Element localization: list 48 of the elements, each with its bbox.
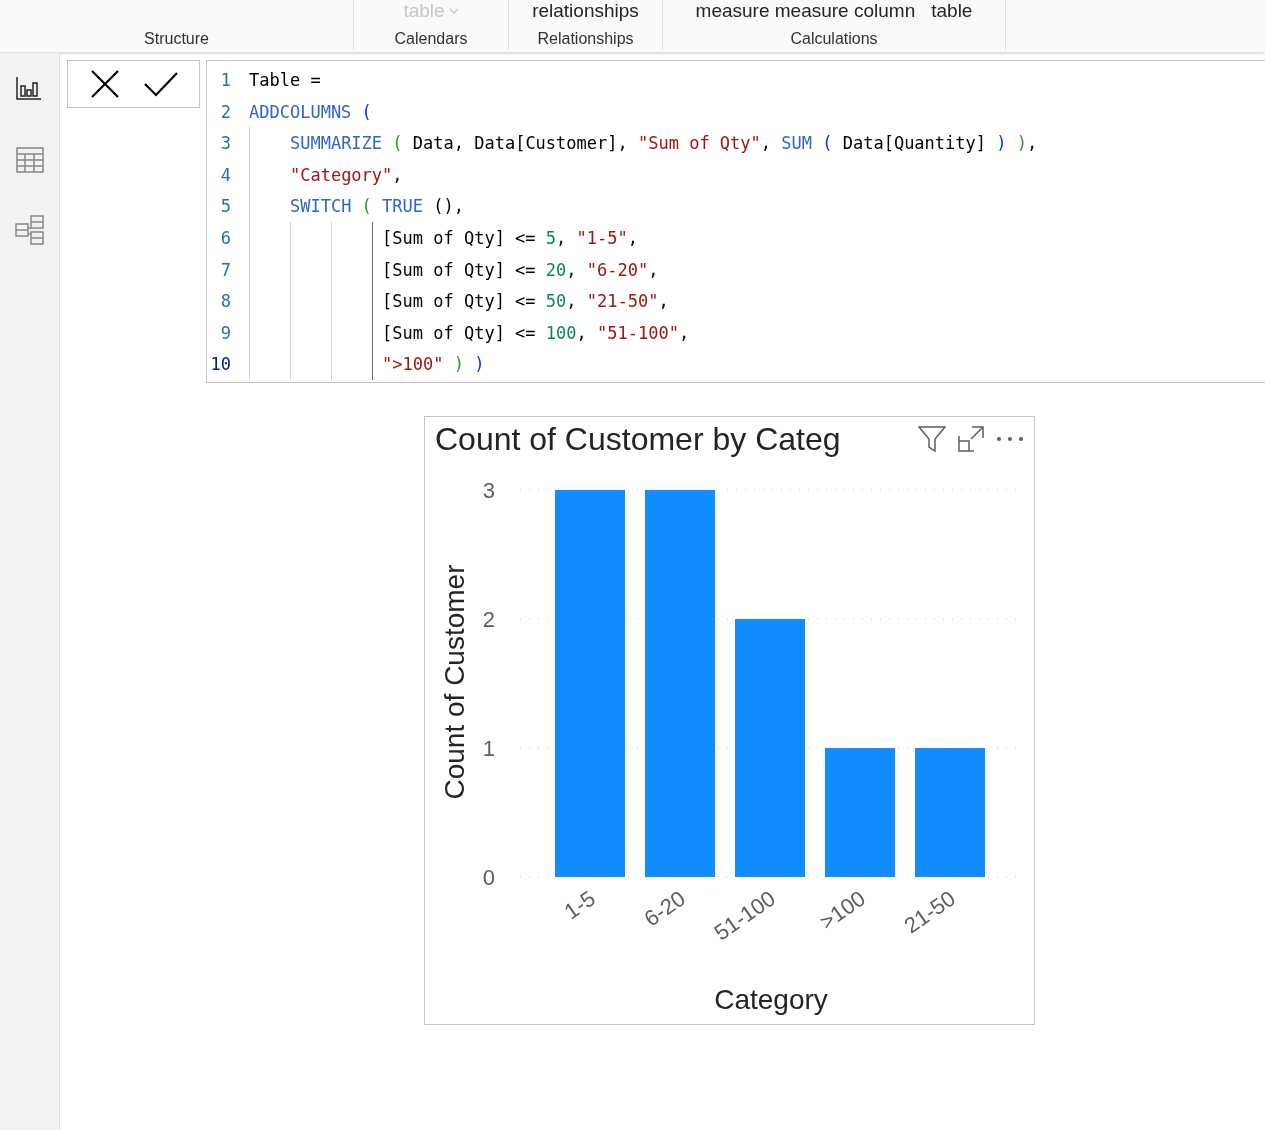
code-line: [Sum of Qty] <= 20, "6-20", (382, 258, 659, 282)
model-diagram-icon (14, 214, 46, 246)
formula-editor[interactable] (206, 60, 1265, 383)
line-number: 1 (219, 69, 232, 93)
x-axis-title: Category (714, 984, 828, 1015)
ribbon-group-label: Calculations (790, 29, 878, 49)
code-line: [Sum of Qty] <= 100, "51-100", (382, 321, 690, 345)
y-tick-label: 0 (482, 865, 495, 890)
y-tick-label: 2 (482, 607, 495, 632)
more-options-icon (996, 436, 1024, 442)
code-line: [Sum of Qty] <= 50, "21-50", (382, 290, 669, 314)
line-number: 9 (219, 321, 232, 345)
line-number: 7 (219, 258, 232, 282)
code-line: [Sum of Qty] <= 5, "1-5", (382, 227, 638, 250)
code-line: "Category", (289, 163, 403, 187)
ribbon-button[interactable]: relationships (532, 0, 639, 22)
code-line: ADDCOLUMNS ( (249, 100, 372, 124)
check-icon (143, 71, 178, 97)
chart-title: Count of Customer by Categ (435, 420, 841, 459)
x-tick-label: 6-20 (639, 885, 690, 932)
close-icon (89, 69, 120, 99)
filter-icon (918, 426, 946, 452)
x-tick-label: >100 (814, 885, 870, 935)
x-tick-label: 1-5 (559, 885, 600, 925)
y-tick-label: 3 (482, 478, 495, 503)
cancel-button[interactable] (89, 69, 120, 99)
ribbon-group-label: Relationships (537, 29, 634, 49)
code-line: SUMMARIZE ( Data, Data[Customer], "Sum of Qty", SUM ( Data[Quantity] ) ), (289, 132, 1038, 156)
y-tick-label: 1 (482, 736, 495, 761)
code-line: ">100" ) ) (382, 353, 485, 377)
line-number: 2 (219, 100, 232, 124)
code-line: Table = (249, 69, 321, 93)
chevron-down-icon (448, 7, 459, 15)
commit-button[interactable] (143, 71, 178, 97)
line-number: 3 (219, 132, 232, 156)
y-axis-title: Count of Customer (439, 564, 470, 800)
focus-mode-icon (958, 426, 984, 452)
line-number: 8 (219, 290, 232, 314)
line-number: 6 (219, 227, 232, 250)
table-grid-icon (14, 144, 46, 176)
ribbon-group-label: Structure (144, 29, 209, 49)
ribbon-button[interactable]: measure measure column (695, 0, 916, 22)
line-number: 4 (219, 163, 232, 187)
ribbon-button[interactable]: table (931, 0, 973, 22)
line-number: 10 (209, 353, 232, 377)
code-line: SWITCH ( TRUE (), (289, 195, 464, 219)
ribbon-group-label: Calendars (394, 29, 468, 49)
line-number: 5 (219, 195, 232, 219)
